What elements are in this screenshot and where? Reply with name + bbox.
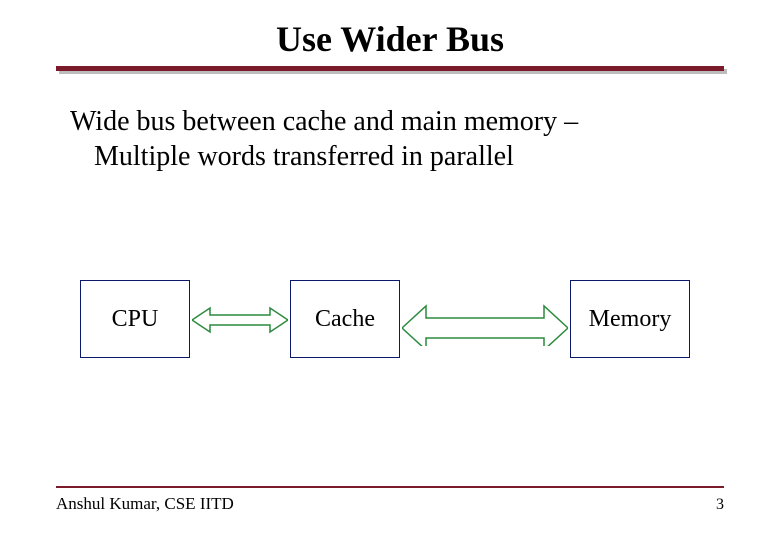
slide: Use Wider Bus Wide bus between cache and…: [0, 0, 780, 540]
body-line-1: Wide bus between cache and main memory –: [70, 106, 578, 137]
bus-diagram: CPU Cache Memory: [80, 280, 700, 370]
footer-author: Anshul Kumar, CSE IITD: [56, 494, 234, 514]
footer-row: Anshul Kumar, CSE IITD 3: [56, 494, 724, 514]
title-rule-bar: [56, 66, 724, 71]
footer: Anshul Kumar, CSE IITD 3: [56, 486, 724, 514]
body-text: Wide bus between cache and main memory –…: [70, 104, 710, 174]
title-rule: [56, 66, 724, 76]
cache-label: Cache: [315, 306, 375, 333]
cpu-label: CPU: [112, 306, 159, 333]
memory-box: Memory: [570, 280, 690, 358]
cache-box: Cache: [290, 280, 400, 358]
page-number: 3: [716, 496, 724, 514]
body-line-2: Multiple words transferred in parallel: [70, 139, 710, 174]
bidirectional-wide-arrow-icon: [402, 294, 568, 346]
slide-title: Use Wider Bus: [0, 0, 780, 66]
cpu-box: CPU: [80, 280, 190, 358]
memory-label: Memory: [589, 306, 672, 333]
footer-rule: [56, 486, 724, 488]
bidirectional-arrow-icon: [192, 302, 288, 338]
